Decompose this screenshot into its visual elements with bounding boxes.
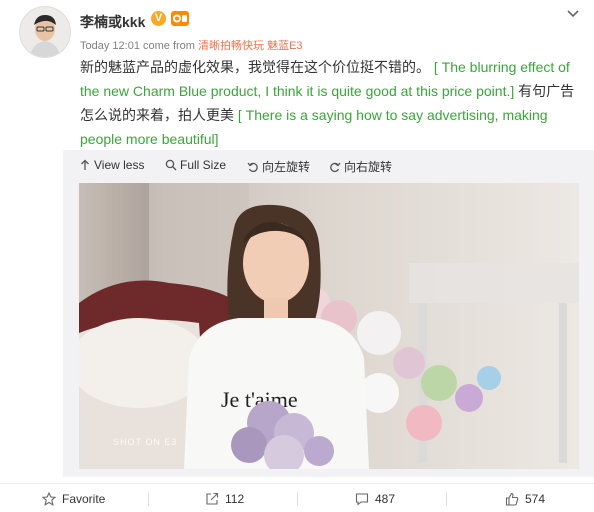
post-meta: Today 12:01 come from 清晰拍畅快玩 魅蓝E3: [80, 37, 303, 53]
arrow-up-icon: [81, 159, 89, 170]
action-separator: [446, 492, 447, 506]
post-text: 新的魅蓝产品的虚化效果，我觉得在这个价位挺不错的。 [ The blurring…: [80, 55, 580, 151]
come-from-label: come from: [143, 40, 195, 52]
star-icon: [42, 492, 56, 506]
like-button[interactable]: 574: [505, 492, 545, 506]
chevron-down-icon[interactable]: [565, 6, 581, 22]
action-separator: [148, 492, 149, 506]
post-time[interactable]: Today 12:01: [80, 40, 140, 52]
post-photo[interactable]: Je t'aime SHOT ON E3: [79, 183, 579, 469]
rotate-left-label: 向左旋转: [262, 160, 311, 174]
full-size-label: Full Size: [180, 158, 227, 172]
rotate-left-button[interactable]: 向左旋转: [247, 158, 310, 175]
full-size-button[interactable]: Full Size: [165, 158, 226, 172]
photo-illustration: Je t'aime: [79, 183, 579, 469]
thumbs-up-icon: [505, 492, 519, 506]
comment-icon: [355, 493, 369, 506]
post-actions: Favorite 112 487 574: [0, 484, 594, 512]
comment-button[interactable]: 487: [355, 492, 395, 506]
verified-badge-icon: V: [151, 11, 166, 26]
view-less-button[interactable]: View less: [79, 158, 144, 172]
avatar-image: [20, 7, 70, 57]
favorite-label: Favorite: [62, 492, 106, 506]
like-count: 574: [525, 492, 546, 506]
username[interactable]: 李楠或kkk: [80, 12, 145, 32]
rotate-right-button[interactable]: 向右旋转: [329, 158, 392, 175]
rotate-right-label: 向右旋转: [344, 160, 393, 174]
action-separator: [297, 492, 298, 506]
post-text-cn-1: 新的魅蓝产品的虚化效果，我觉得在这个价位挺不错的。: [80, 59, 430, 75]
view-less-label: View less: [94, 158, 145, 172]
repost-button[interactable]: 112: [205, 492, 244, 506]
repost-count: 112: [225, 492, 245, 506]
search-icon: [165, 159, 177, 171]
rotate-left-icon: [247, 162, 258, 172]
post-source-link[interactable]: 清晰拍畅快玩 魅蓝E3: [198, 40, 303, 52]
photo-watermark: SHOT ON E3: [113, 437, 178, 447]
member-level-icon: [171, 11, 189, 26]
rotate-right-icon: [330, 162, 341, 172]
avatar[interactable]: [19, 6, 71, 58]
repost-icon: [206, 492, 219, 505]
comment-count: 487: [375, 492, 396, 506]
favorite-button[interactable]: Favorite: [42, 492, 105, 506]
